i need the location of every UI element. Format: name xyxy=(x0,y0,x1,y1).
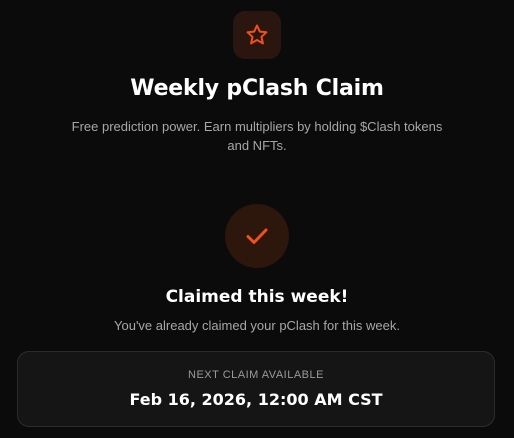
weekly-claim-panel: Weekly pClash Claim Free prediction powe… xyxy=(0,0,514,438)
page-subtitle: Free prediction power. Earn multipliers … xyxy=(71,119,443,153)
next-claim-date: Feb 16, 2026, 12:00 AM CST xyxy=(129,390,383,409)
checkmark-icon xyxy=(246,228,268,244)
next-claim-card: NEXT CLAIM AVAILABLE Feb 16, 2026, 12:00… xyxy=(17,351,495,427)
star-badge xyxy=(233,11,281,59)
star-icon xyxy=(246,24,268,45)
claimed-badge xyxy=(225,204,289,268)
status-message: You've already claimed your pClash for t… xyxy=(114,318,400,333)
next-claim-label: NEXT CLAIM AVAILABLE xyxy=(188,369,324,381)
page-title: Weekly pClash Claim xyxy=(130,76,384,101)
status-title: Claimed this week! xyxy=(165,287,349,307)
